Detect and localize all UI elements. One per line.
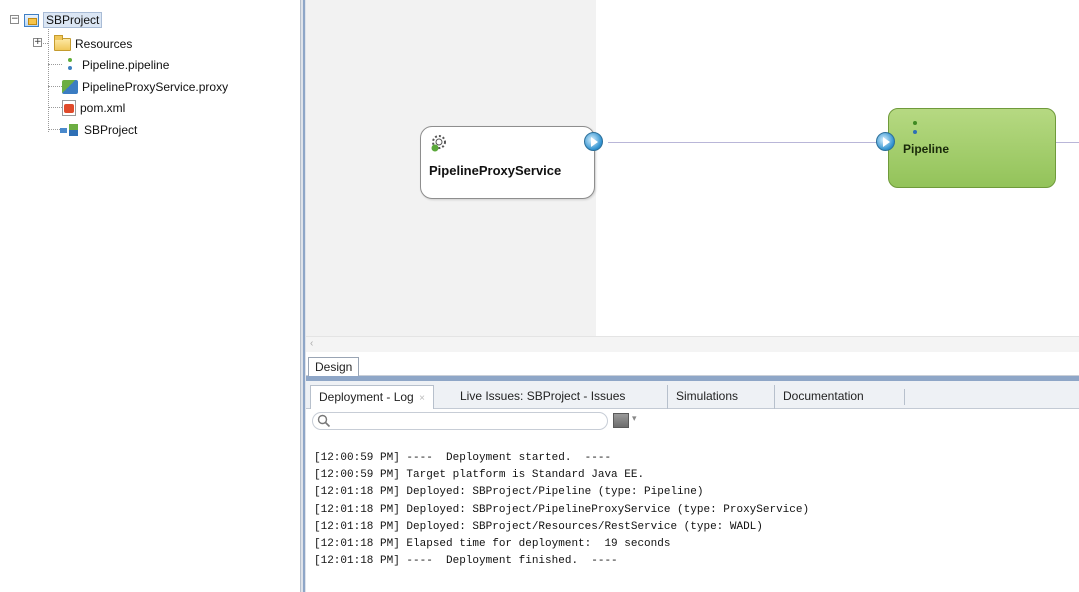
- tab-documentation[interactable]: Documentation: [774, 385, 872, 409]
- search-icon: [317, 414, 331, 428]
- service-bus-project-icon: [60, 123, 80, 137]
- log-line: [12:01:18 PM] Deployed: SBProject/Resour…: [314, 520, 763, 533]
- tree-item-label: PipelineProxyService.proxy: [82, 80, 229, 94]
- tree-guide-line: [48, 24, 49, 132]
- maven-pom-icon: [62, 100, 76, 116]
- tab-label: Deployment - Log: [319, 390, 414, 404]
- tab-separator: [904, 389, 905, 405]
- tree-item-label: Resources: [75, 37, 133, 51]
- proxy-output-port-icon[interactable]: [584, 132, 603, 151]
- design-canvas[interactable]: PipelineProxyService Pipeline: [306, 0, 1079, 340]
- tab-label: Simulations: [676, 389, 739, 403]
- tab-deployment-log[interactable]: Deployment - Log ×: [310, 385, 434, 409]
- tree-item-label: SBProject: [43, 12, 103, 28]
- collapse-icon[interactable]: −: [10, 15, 19, 24]
- tree-guide-line: [48, 86, 62, 87]
- log-output: [12:00:59 PM] ---- Deployment started. -…: [306, 434, 1079, 592]
- pipeline-input-port-icon[interactable]: [876, 132, 895, 151]
- tree-item-sbproject[interactable]: SBProject: [60, 121, 137, 139]
- tree-item-proxy[interactable]: PipelineProxyService.proxy: [62, 78, 228, 96]
- pipeline-node-label: Pipeline: [903, 142, 950, 156]
- proxy-node-label: PipelineProxyService: [429, 163, 562, 178]
- tree-item-resources[interactable]: Resources: [54, 34, 133, 53]
- tab-label: Live Issues: SBProject - Issues: [460, 389, 626, 403]
- log-toolbar: ▾: [306, 409, 1079, 433]
- log-line: [12:00:59 PM] ---- Deployment started. -…: [314, 452, 612, 464]
- editor-tab-bar: Design: [306, 354, 1079, 376]
- log-line: [12:01:18 PM] Deployed: SBProject/Pipeli…: [314, 503, 810, 516]
- chevron-down-icon[interactable]: ▾: [632, 413, 637, 424]
- tab-simulations[interactable]: Simulations: [667, 385, 746, 409]
- tree-guide-line: [48, 64, 62, 65]
- tab-label: Documentation: [783, 389, 864, 403]
- log-search-field[interactable]: [333, 414, 601, 428]
- pipeline-file-icon: [62, 57, 78, 73]
- pipeline-node[interactable]: Pipeline: [888, 108, 1056, 188]
- expand-icon[interactable]: +: [33, 38, 42, 47]
- log-line: [12:01:18 PM] ---- Deployment finished. …: [314, 555, 618, 568]
- tree-item-label: SBProject: [84, 123, 138, 137]
- tree-item-pom[interactable]: pom.xml: [62, 99, 125, 117]
- project-tree: − SBProject + Resources Pipeline.pipelin…: [0, 0, 300, 592]
- close-icon[interactable]: ×: [419, 393, 425, 404]
- tree-item-sbproject-root[interactable]: SBProject: [24, 11, 103, 29]
- log-line: [12:00:59 PM] Target platform is Standar…: [314, 469, 645, 482]
- tree-item-pipeline[interactable]: Pipeline.pipeline: [62, 56, 169, 74]
- log-tab-bar: Deployment - Log × Live Issues: SBProjec…: [306, 381, 1079, 409]
- folder-icon: [54, 34, 71, 51]
- proxy-service-file-icon: [62, 80, 78, 94]
- gear-icon: [431, 135, 446, 152]
- project-icon: [24, 13, 39, 27]
- tree-guide-line: [48, 107, 62, 108]
- log-search-input[interactable]: [312, 412, 608, 430]
- scroll-left-icon[interactable]: ‹: [310, 338, 313, 349]
- tab-design[interactable]: Design: [308, 357, 360, 376]
- tree-item-label: pom.xml: [80, 101, 126, 115]
- log-line: [12:01:18 PM] Deployed: SBProject/Pipeli…: [314, 486, 704, 499]
- filter-button[interactable]: [613, 413, 629, 428]
- pipeline-icon: [911, 121, 919, 139]
- tree-item-label: Pipeline.pipeline: [82, 58, 170, 72]
- canvas-horizontal-scrollbar[interactable]: ‹: [306, 336, 1079, 352]
- tab-live-issues[interactable]: Live Issues: SBProject - Issues: [452, 385, 633, 409]
- proxy-service-node[interactable]: PipelineProxyService: [420, 126, 595, 199]
- log-line: [12:01:18 PM] Elapsed time for deploymen…: [314, 538, 671, 551]
